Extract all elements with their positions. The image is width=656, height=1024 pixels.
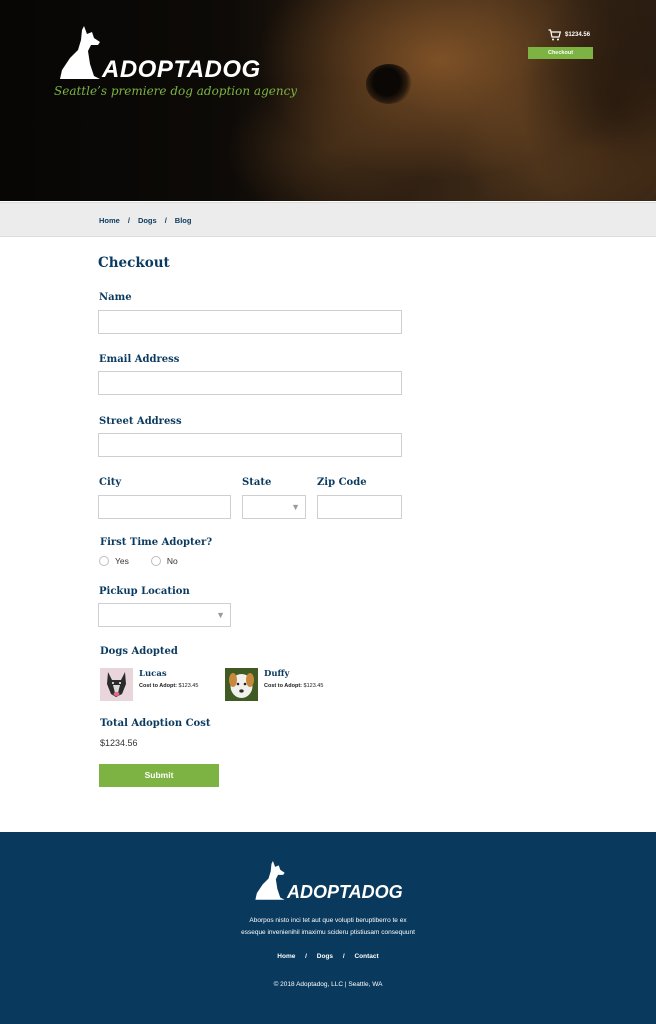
dog-cost-value: $123.45 [303,683,324,689]
radio-no[interactable] [150,556,161,566]
footer-link-dogs[interactable]: Dogs [317,953,333,960]
name-label: Name [99,292,132,303]
dog-cost: Cost to Adopt: $123.45 [139,683,198,689]
footer-nav: Home / Dogs / Contact [0,953,656,960]
city-field[interactable] [98,495,231,519]
breadcrumb-separator: / [127,216,130,225]
submit-button[interactable]: Submit [99,764,219,787]
zip-label: Zip Code [317,477,367,488]
name-field[interactable] [98,310,402,334]
dog-photo-lucas [100,668,133,701]
email-label: Email Address [99,354,180,365]
breadcrumb-bar: Home / Dogs / Blog [0,202,656,237]
street-address-field[interactable] [98,433,402,457]
footer-link-home[interactable]: Home [277,953,295,960]
state-label: State [242,477,272,488]
footer-separator: / [342,953,345,960]
first-time-adopter-options: Yes No [99,556,200,566]
dog-cost-label: Cost to Adopt: [139,683,177,689]
dogs-adopted-label: Dogs Adopted [100,646,178,657]
dog-name: Lucas [139,669,167,679]
total-cost-value: $1234.56 [100,738,138,748]
breadcrumb-home[interactable]: Home [99,216,120,225]
total-cost-label: Total Adoption Cost [100,718,211,729]
hero-dog-eye [366,64,412,104]
radio-yes[interactable] [99,556,109,566]
brand-tagline: Seattle’s premiere dog adoption agency [54,84,298,98]
radio-no-label[interactable]: No [167,556,178,566]
footer-logo[interactable]: ADOPTADOG [251,859,411,904]
dog-name: Duffy [264,669,290,679]
pickup-location-select[interactable]: ▼ [98,603,231,627]
street-label: Street Address [99,416,182,427]
dog-cost-label: Cost to Adopt: [264,683,302,689]
cart-icon [548,29,561,41]
adopted-dog-item[interactable]: Duffy Cost to Adopt: $123.45 [225,668,323,701]
dog-cost: Cost to Adopt: $123.45 [264,683,323,689]
brand-name: ADOPTADOG [102,56,261,83]
adopted-dog-item[interactable]: Lucas Cost to Adopt: $123.45 [100,668,198,701]
footer-description-line: Aborpos nisto inci tet aut que volupti b… [249,917,407,924]
hero-banner: ADOPTADOG Seattle’s premiere dog adoptio… [0,0,656,201]
email-field[interactable] [98,371,402,395]
chevron-down-icon: ▼ [216,610,225,620]
dog-silhouette-icon [255,861,285,900]
dog-cost-value: $123.45 [178,683,199,689]
breadcrumb-dogs[interactable]: Dogs [138,216,157,225]
footer-copyright: © 2018 Adoptadog, LLC | Seattle, WA [273,981,383,988]
breadcrumb-separator: / [164,216,167,225]
header-checkout-button[interactable]: Checkout [528,47,593,59]
breadcrumb: Home / Dogs / Blog [99,216,191,225]
footer-link-contact[interactable]: Contact [354,953,378,960]
zip-code-field[interactable] [317,495,402,519]
dog-silhouette-icon [60,26,100,79]
footer-brand-name: ADOPTADOG [287,882,403,902]
state-select[interactable]: ▼ [242,495,306,519]
radio-yes-label[interactable]: Yes [115,556,129,566]
page-title: Checkout [98,255,170,271]
footer-separator: / [305,953,307,960]
dog-photo-duffy [225,668,258,701]
breadcrumb-blog[interactable]: Blog [175,216,192,225]
pickup-location-label: Pickup Location [99,586,190,597]
chevron-down-icon: ▼ [291,502,300,512]
city-label: City [99,477,122,488]
footer-description-line: esseque invenienihil imaximu scideru pti… [241,929,415,936]
cart-summary[interactable]: $1234.56 [548,28,590,42]
cart-total: $1234.56 [565,32,591,38]
first-time-adopter-label: First Time Adopter? [100,537,213,548]
